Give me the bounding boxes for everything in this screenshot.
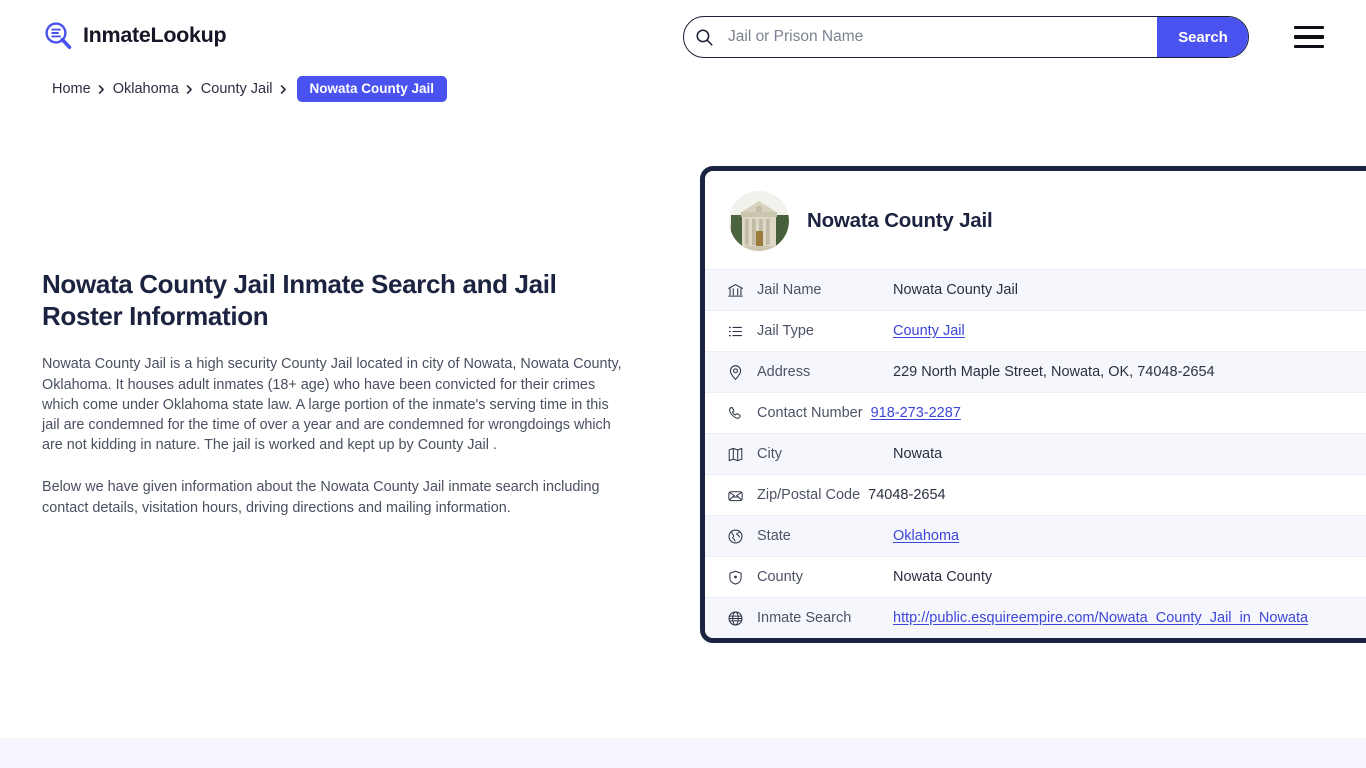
breadcrumb: Home Oklahoma County Jail Nowata County Jai… [52, 76, 448, 102]
row-value: Nowata [893, 446, 943, 462]
row-value: 74048-2654 [868, 487, 946, 503]
jail-info-card: Nowata County Jail Jail Name Nowata Count… [700, 166, 1366, 643]
chevron-right-icon [91, 82, 113, 96]
row-value: 229 North Maple Street, Nowata, OK, 7404… [893, 364, 1215, 380]
row-value: Nowata County Jail [893, 282, 1018, 298]
table-row: Zip/Postal Code 74048-2654 [705, 474, 1366, 515]
envelope-icon [727, 487, 757, 504]
hamburger-bar [1294, 26, 1324, 30]
page-title: Nowata County Jail Inmate Search and Jai… [42, 269, 557, 332]
breadcrumb-link-oklahoma[interactable]: Oklahoma [113, 81, 179, 97]
site-header: InmateLookup Search [0, 0, 1366, 74]
hamburger-bar [1294, 44, 1324, 48]
map-icon [727, 446, 757, 463]
breadcrumb-current: Nowata County Jail [296, 76, 448, 102]
chevron-right-icon [273, 82, 295, 96]
intro-paragraph-2: Below we have given information about th… [42, 479, 600, 516]
search-bar[interactable]: Search [683, 16, 1249, 58]
row-value: Nowata County [893, 569, 993, 585]
jail-card-title: Nowata County Jail [807, 209, 993, 232]
row-value[interactable]: County Jail [893, 323, 965, 339]
table-row: Jail Type County Jail [705, 310, 1366, 351]
magnifier-list-icon [42, 20, 74, 52]
intro-paragraph-1: Nowata County Jail is a high security Co… [42, 356, 622, 454]
search-icon [684, 17, 724, 57]
table-row: Contact Number 918-273-2287 [705, 392, 1366, 433]
row-label: Inmate Search [757, 610, 852, 626]
globe-icon [727, 610, 757, 627]
chevron-right-icon [179, 82, 201, 96]
row-label: Jail Type [757, 323, 814, 339]
breadcrumb-link-county-jail[interactable]: County Jail [201, 81, 273, 97]
search-input[interactable] [724, 17, 1157, 57]
row-label: State [757, 528, 791, 544]
row-value[interactable]: http://public.esquireempire.com/Nowata_C… [893, 610, 1308, 626]
search-button[interactable]: Search [1157, 17, 1248, 57]
table-row: State Oklahoma [705, 515, 1366, 556]
row-value-link[interactable]: Oklahoma [893, 528, 959, 544]
shield-badge-icon [727, 569, 757, 586]
brand-logo[interactable]: InmateLookup [42, 20, 227, 52]
table-row: City Nowata [705, 433, 1366, 474]
breadcrumb-link-home[interactable]: Home [52, 81, 91, 97]
page-root: InmateLookup Search Home Oklahoma County J… [0, 0, 1366, 768]
table-row: Address 229 North Maple Street, Nowata, O… [705, 351, 1366, 392]
jail-info-card-header: Nowata County Jail [705, 171, 1366, 269]
row-label: Zip/Postal Code [757, 487, 861, 503]
table-row: County Nowata County [705, 556, 1366, 597]
main-content-column: Nowata County Jail Inmate Search and Jai… [42, 268, 632, 518]
bank-landmark-icon [727, 282, 757, 299]
row-label: County [757, 569, 803, 585]
row-value-link[interactable]: 918-273-2287 [871, 405, 961, 421]
phone-icon [727, 405, 757, 422]
row-value-link[interactable]: County Jail [893, 323, 965, 339]
row-value[interactable]: 918-273-2287 [871, 405, 961, 421]
brand-name: InmateLookup [83, 23, 227, 48]
table-row: Jail Name Nowata County Jail [705, 269, 1366, 310]
globe-americas-icon [727, 528, 757, 545]
row-value[interactable]: Oklahoma [893, 528, 959, 544]
table-row: Inmate Search http://public.esquireempire… [705, 597, 1366, 638]
footer-strip [0, 738, 1366, 768]
row-value-link[interactable]: http://public.esquireempire.com/Nowata_C… [893, 610, 1308, 626]
list-icon [727, 323, 757, 340]
row-label: Jail Name [757, 282, 822, 298]
hamburger-bar [1294, 35, 1324, 39]
row-label: Contact Number [757, 405, 863, 421]
row-label: Address [757, 364, 811, 380]
map-pin-icon [727, 364, 757, 381]
courthouse-building-photo [729, 191, 789, 251]
hamburger-menu-icon[interactable] [1294, 26, 1324, 48]
jail-details-table: Jail Name Nowata County Jail Jail Type Coun… [705, 269, 1366, 638]
row-label: City [757, 446, 782, 462]
